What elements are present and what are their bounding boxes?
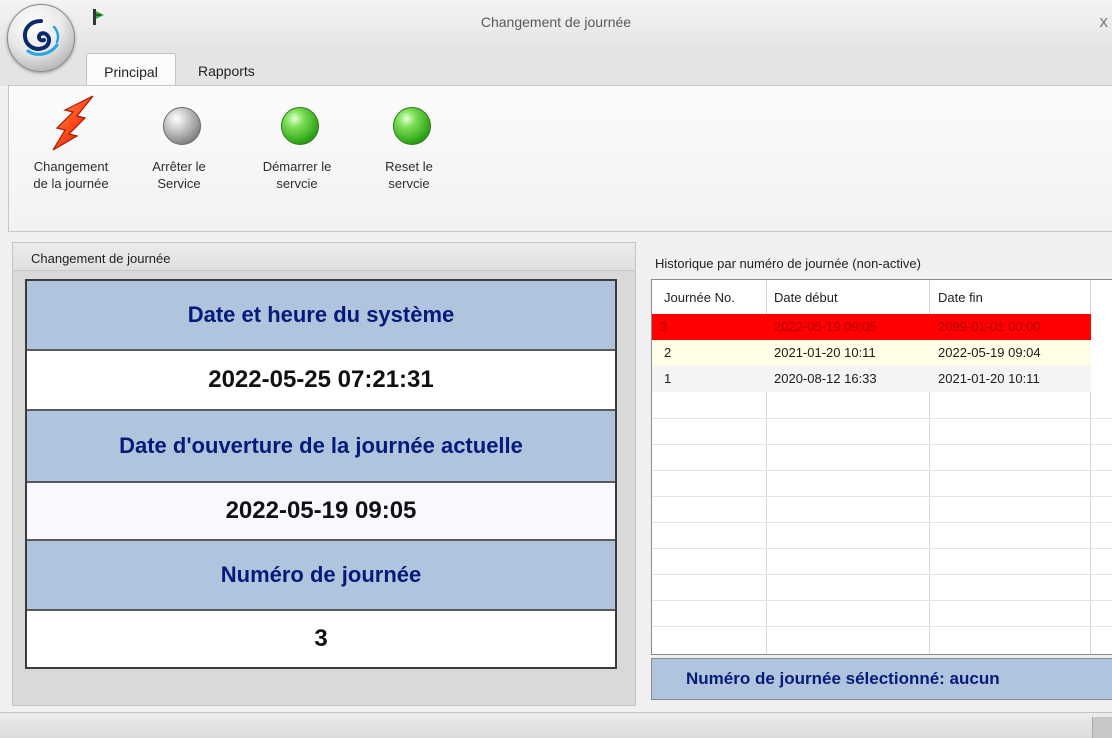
- stop-service-label-1: Arrêter le: [152, 159, 206, 174]
- ribbon-tab-row: Principal Rapports: [0, 44, 1112, 86]
- day-change-panel-header: Changement de journée: [13, 243, 635, 271]
- history-label: Historique par numéro de journée (non-ac…: [655, 256, 921, 271]
- row-day-no: 3: [660, 319, 668, 334]
- row-end-date: 2021-01-20 10:11: [938, 371, 1040, 386]
- column-header-end[interactable]: Date fin: [938, 280, 983, 314]
- start-service-button[interactable]: Démarrer le servcie: [249, 94, 345, 192]
- day-number-value: 3: [27, 611, 615, 667]
- lightning-arrow-icon: [43, 94, 99, 152]
- change-day-label-2: de la journée: [33, 176, 109, 191]
- title-bar: Changement de journée x: [0, 0, 1112, 44]
- window-title: Changement de journée: [480, 14, 632, 30]
- opening-date-value: 2022-05-19 09:05: [27, 483, 615, 541]
- table-row[interactable]: 2 2021-01-20 10:11 2022-05-19 09:04: [652, 340, 1112, 366]
- row-start-date: 2021-01-20 10:11: [774, 345, 876, 360]
- tab-principal[interactable]: Principal: [86, 53, 176, 86]
- row-day-no: 1: [664, 371, 672, 386]
- gray-ball-icon: [151, 94, 207, 152]
- system-datetime-label: Date et heure du système: [27, 281, 615, 351]
- day-change-panel: Changement de journée Date et heure du s…: [12, 242, 636, 706]
- tab-rapports[interactable]: Rapports: [186, 53, 267, 86]
- green-ball-icon: [269, 94, 325, 152]
- column-header-day-no[interactable]: Journée No.: [664, 280, 735, 314]
- column-header-start[interactable]: Date début: [774, 280, 838, 314]
- change-day-button[interactable]: Changement de la journée: [21, 94, 121, 192]
- reset-service-button[interactable]: Reset le servcie: [369, 94, 449, 192]
- day-info-box: Date et heure du système 2022-05-25 07:2…: [25, 279, 617, 669]
- row-start-date: 2020-08-12 16:33: [774, 371, 877, 386]
- table-row[interactable]: 3 2022-05-19 09:05 2099-01-01 00:00: [652, 314, 1112, 340]
- row-end-date: 2022-05-19 09:04: [938, 345, 1041, 360]
- selected-day-status: Numéro de journée sélectionné: aucun: [651, 658, 1112, 700]
- reset-service-label-2: servcie: [388, 176, 430, 191]
- table-row[interactable]: 1 2020-08-12 16:33 2021-01-20 10:11: [652, 366, 1112, 392]
- row-start-date: 2022-05-19 09:05: [774, 319, 877, 334]
- start-service-label-1: Démarrer le: [262, 159, 332, 174]
- reset-service-label-1: Reset le: [385, 159, 433, 174]
- stop-service-button[interactable]: Arrêter le Service: [137, 94, 221, 192]
- history-grid[interactable]: Journée No. Date début Date fin 3 2022-0…: [651, 279, 1112, 655]
- stop-service-label-2: Service: [157, 176, 201, 191]
- change-day-label-1: Changement: [33, 159, 109, 174]
- green-ball-icon: [381, 94, 437, 152]
- system-datetime-value: 2022-05-25 07:21:31: [27, 351, 615, 411]
- resize-grip[interactable]: [1092, 717, 1112, 738]
- ribbon-panel: Changement de la journée Arrêter le Serv…: [8, 85, 1112, 232]
- app-orb-icon[interactable]: [7, 4, 75, 72]
- status-bar: [0, 712, 1112, 738]
- row-end-date: 2099-01-01 00:00: [938, 319, 1041, 334]
- opening-date-label: Date d'ouverture de la journée actuelle: [27, 411, 615, 483]
- close-button[interactable]: x: [1100, 12, 1109, 32]
- day-number-label: Numéro de journée: [27, 541, 615, 611]
- start-service-label-2: servcie: [276, 176, 318, 191]
- row-day-no: 2: [664, 345, 672, 360]
